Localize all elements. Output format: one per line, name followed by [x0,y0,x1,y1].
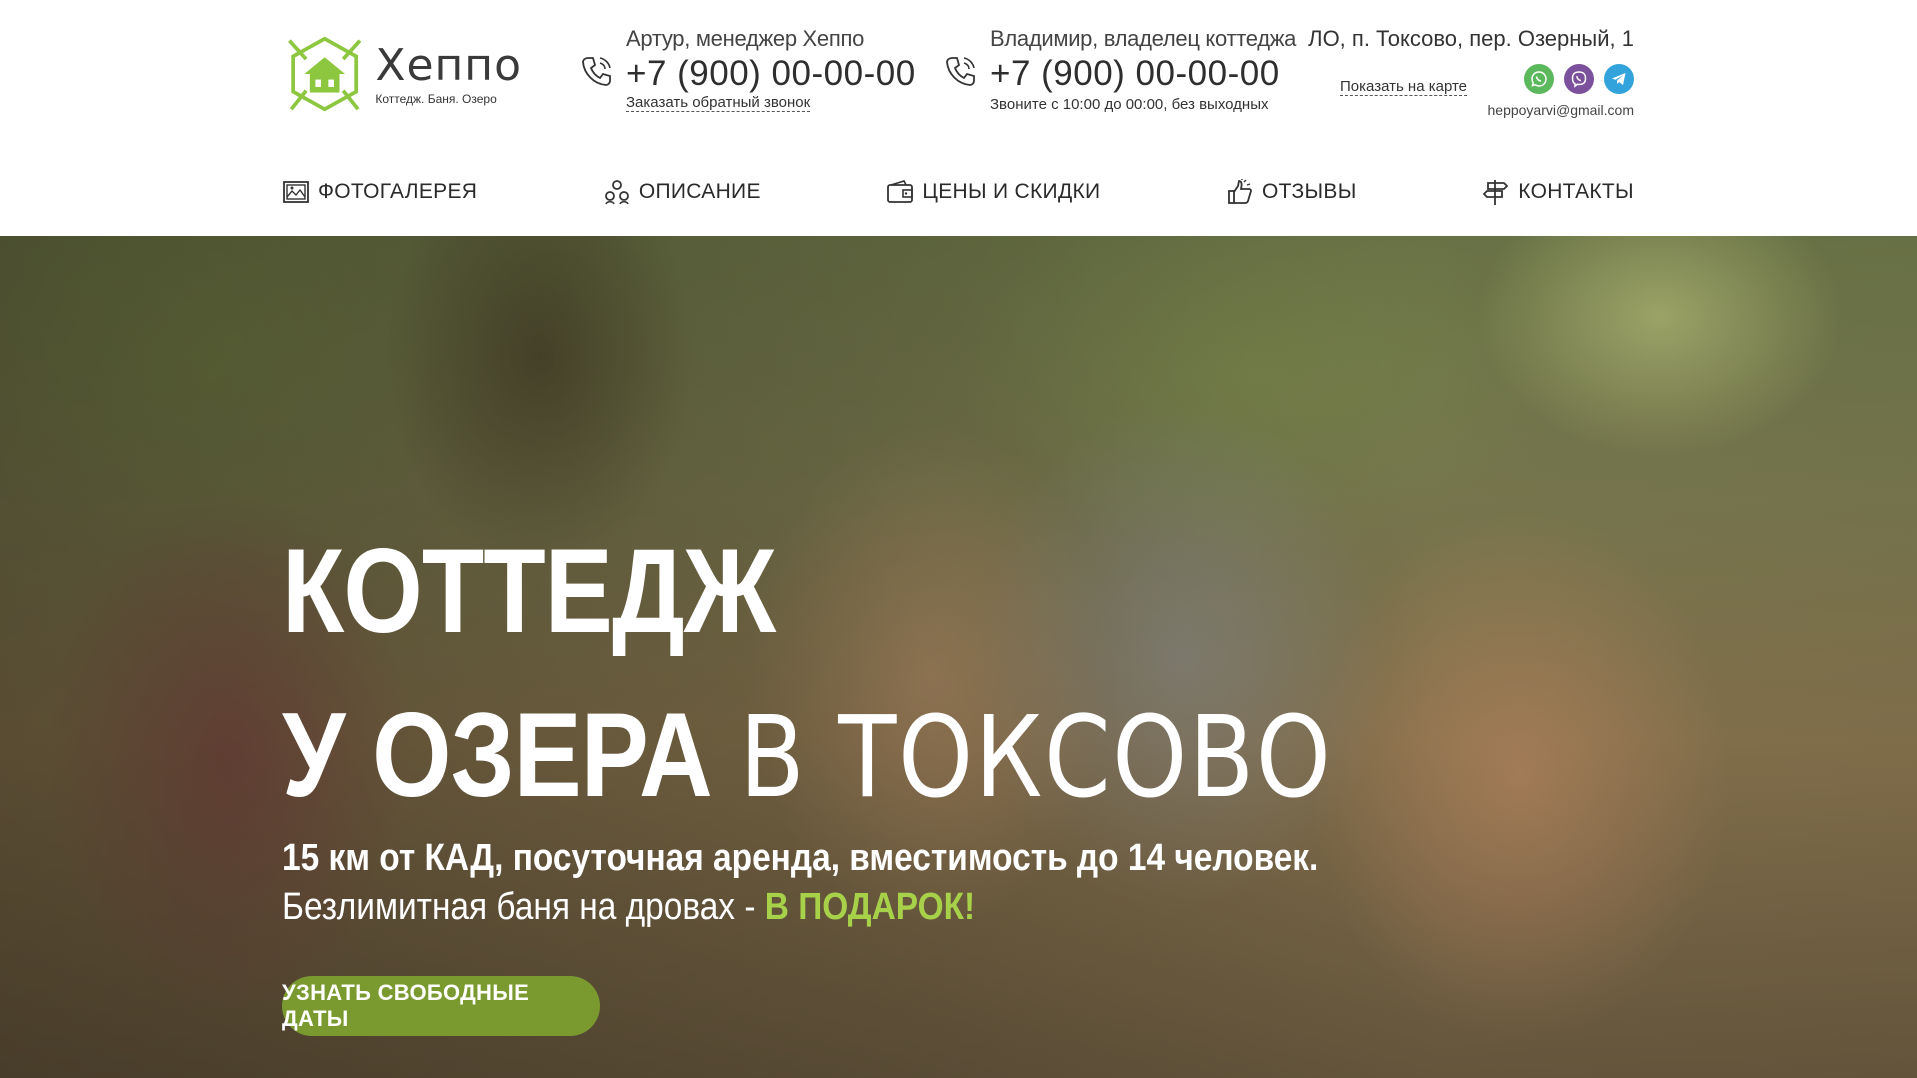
hero-title-line2: У ОЗЕРА В ТОКСОВО [282,690,1472,823]
hero-offer-accent: В ПОДАРОК! [764,886,976,928]
nav-item-prices[interactable]: ЦЕНЫ И СКИДКИ [886,178,1100,206]
address-block: ЛО, п. Токсово, пер. Озерный, 1 Показать… [1308,26,1635,126]
phone-icon [946,57,975,86]
nav-label: ОПИСАНИЕ [638,180,761,203]
site-header: Хеппо Коттедж. Баня. Озеро Артур, менедж… [0,0,1917,236]
callback-link[interactable]: Заказать обратный звонок [626,94,811,112]
contact-person: Владимир, владелец коттеджа [990,26,1297,51]
hero-title-line1: КОТТЕДЖ [282,524,776,658]
logo-tagline: Коттедж. Баня. Озеро [375,92,497,106]
nav-item-description[interactable]: ОПИСАНИЕ [603,178,761,206]
contact-person: Артур, менеджер Хеппо [626,26,865,51]
telegram-icon[interactable] [1604,64,1634,94]
call-hours-note: Звоните с 10:00 до 00:00, без выходных [990,96,1269,113]
hero-subtitle: 15 км от КАД, посуточная аренда, вместим… [282,837,1319,879]
check-dates-button[interactable]: УЗНАТЬ СВОБОДНЫЕ ДАТЫ [282,976,600,1036]
address-text: ЛО, п. Токсово, пер. Озерный, 1 [1308,26,1634,51]
nav-item-contacts[interactable]: КОНТАКТЫ [1482,178,1634,206]
email-link[interactable]: heppoyarvi@gmail.com [1488,102,1635,118]
nav-item-gallery[interactable]: ФОТОГАЛЕРЕЯ [282,178,477,206]
messenger-links [1524,64,1634,94]
nav-label: ОТЗЫВЫ [1262,180,1357,203]
whatsapp-icon[interactable] [1524,64,1554,94]
nav-label: ФОТОГАЛЕРЕЯ [318,180,478,203]
contact-phone[interactable]: +7 (900) 00-00-00 [626,54,916,94]
nav-label: КОНТАКТЫ [1518,180,1634,203]
viber-icon[interactable] [1564,64,1594,94]
logo[interactable]: Хеппо Коттедж. Баня. Озеро [282,28,522,120]
show-on-map-link[interactable]: Показать на карте [1340,78,1468,96]
hero-banner: КОТТЕДЖ У ОЗЕРА В ТОКСОВО 15 км от КАД, … [0,236,1917,1078]
nav-label: ЦЕНЫ И СКИДКИ [922,180,1101,203]
wallet-icon [887,180,914,203]
hero-title-light: В ТОКСОВО [739,693,1333,823]
gallery-icon [283,181,309,203]
contact-phone[interactable]: +7 (900) 00-00-00 [990,54,1296,94]
phone-icon [582,57,611,86]
signpost-icon [1482,180,1509,205]
nav-item-reviews[interactable]: ОТЗЫВЫ [1226,178,1357,206]
hero-content: КОТТЕДЖ У ОЗЕРА В ТОКСОВО 15 км от КАД, … [282,526,1682,929]
logo-name: Хеппо [375,40,522,91]
logo-house-icon [288,36,362,112]
reviews-icon [1228,179,1252,204]
main-nav: ФОТОГАЛЕРЕЯ ОПИСАНИЕ ЦЕНЫ И СКИДКИ ОТЗЫВ… [282,176,1634,208]
hero-title-bold: У ОЗЕРА [282,688,713,822]
hero-offer: Безлимитная баня на дровах - В ПОДАРОК! [282,886,1514,929]
hero-offer-text: Безлимитная баня на дровах - [282,886,765,928]
description-icon [604,180,629,205]
